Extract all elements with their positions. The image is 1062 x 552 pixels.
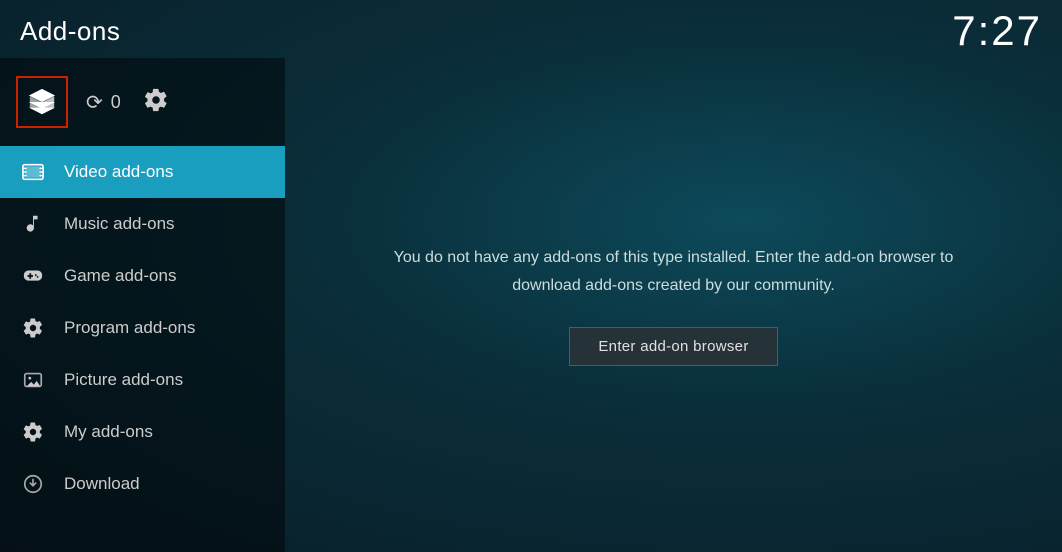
sidebar-music-label: Music add-ons xyxy=(64,214,175,234)
sidebar-picture-label: Picture add-ons xyxy=(64,370,183,390)
sidebar-item-game[interactable]: Game add-ons xyxy=(0,250,285,302)
sidebar-program-label: Program add-ons xyxy=(64,318,195,338)
sidebar: ⟳ 0 xyxy=(0,58,285,552)
sidebar-item-music[interactable]: Music add-ons xyxy=(0,198,285,250)
sidebar-toolbar: ⟳ 0 xyxy=(0,66,285,146)
picture-icon xyxy=(20,367,46,393)
main-content: You do not have any add-ons of this type… xyxy=(285,58,1062,552)
program-icon xyxy=(20,315,46,341)
music-icon xyxy=(20,211,46,237)
sidebar-game-label: Game add-ons xyxy=(64,266,176,286)
sidebar-item-download[interactable]: Download xyxy=(0,458,285,510)
game-icon xyxy=(20,263,46,289)
settings-button[interactable] xyxy=(139,87,169,118)
download-icon xyxy=(20,471,46,497)
empty-state-message: You do not have any add-ons of this type… xyxy=(394,244,954,298)
main-layout: ⟳ 0 xyxy=(0,58,1062,552)
sidebar-download-label: Download xyxy=(64,474,140,494)
enter-browser-button[interactable]: Enter add-on browser xyxy=(569,327,777,366)
myaddon-icon xyxy=(20,419,46,445)
update-area: ⟳ 0 xyxy=(86,90,121,115)
header: Add-ons 7:27 xyxy=(0,0,1062,58)
sidebar-item-picture[interactable]: Picture add-ons xyxy=(0,354,285,406)
video-icon xyxy=(20,159,46,185)
refresh-icon: ⟳ xyxy=(86,90,103,115)
sidebar-video-label: Video add-ons xyxy=(64,162,173,182)
page-title: Add-ons xyxy=(20,16,120,47)
addon-box-button[interactable] xyxy=(16,76,68,128)
sidebar-item-program[interactable]: Program add-ons xyxy=(0,302,285,354)
clock: 7:27 xyxy=(952,7,1042,55)
sidebar-myaddon-label: My add-ons xyxy=(64,422,153,442)
update-count: 0 xyxy=(111,92,121,113)
sidebar-item-video[interactable]: Video add-ons xyxy=(0,146,285,198)
sidebar-item-myaddon[interactable]: My add-ons xyxy=(0,406,285,458)
